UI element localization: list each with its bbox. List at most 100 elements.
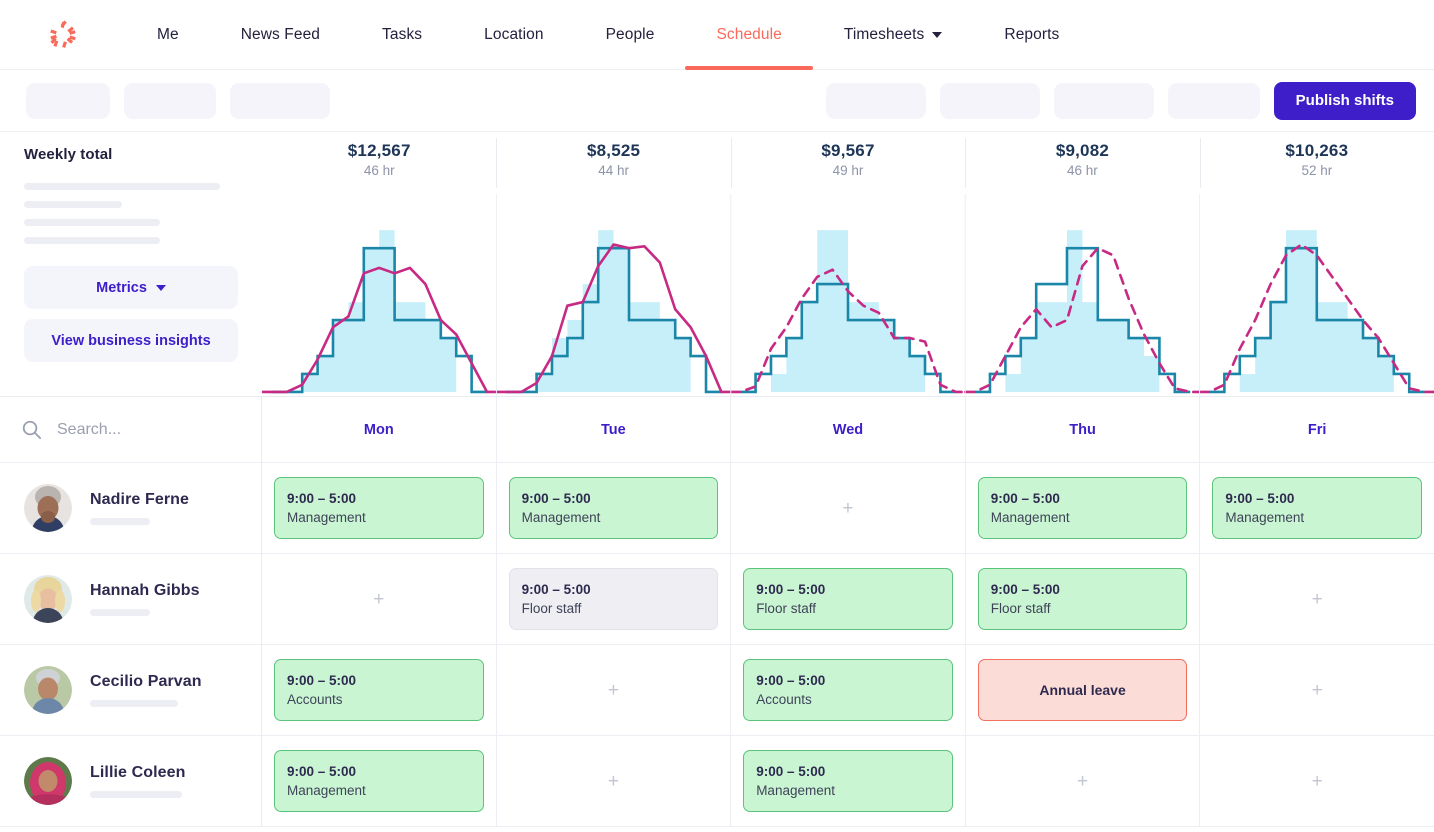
metrics-chart-band: Weekly total Metrics View business insig… bbox=[0, 132, 1434, 397]
schedule-cell[interactable]: 9:00 – 5:00 Accounts bbox=[731, 645, 965, 736]
add-shift-icon[interactable]: + bbox=[1312, 681, 1323, 700]
view-business-insights-button[interactable]: View business insights bbox=[24, 319, 238, 362]
total-amount: $12,567 bbox=[347, 141, 411, 160]
search-input[interactable] bbox=[57, 420, 237, 439]
nav-item-news-feed[interactable]: News Feed bbox=[241, 0, 320, 70]
total-amount: $9,567 bbox=[821, 141, 875, 160]
nav-item-reports[interactable]: Reports bbox=[1004, 0, 1059, 70]
schedule-cell[interactable]: + bbox=[965, 736, 1200, 827]
shift-card-published[interactable]: 9:00 – 5:00 Management bbox=[274, 477, 484, 539]
schedule-cell[interactable]: 9:00 – 5:00 Management bbox=[262, 463, 496, 554]
add-shift-icon[interactable]: + bbox=[608, 681, 619, 700]
day-header-thu[interactable]: Thu bbox=[965, 397, 1200, 463]
schedule-cell[interactable]: + bbox=[1200, 736, 1434, 827]
schedule-cell[interactable]: 9:00 – 5:00 Floor staff bbox=[731, 554, 965, 645]
shift-card-published[interactable]: 9:00 – 5:00 Management bbox=[1212, 477, 1422, 539]
employee-subtitle-placeholder bbox=[90, 791, 182, 798]
avatar-lillie-coleen bbox=[24, 757, 72, 805]
schedule-cell[interactable]: 9:00 – 5:00 Floor staff bbox=[965, 554, 1200, 645]
nav-item-location[interactable]: Location bbox=[484, 0, 543, 70]
shift-card-published[interactable]: 9:00 – 5:00 Floor staff bbox=[977, 568, 1188, 630]
avatar bbox=[24, 757, 72, 805]
total-amount: $9,082 bbox=[1055, 141, 1110, 160]
shift-card-published[interactable]: 9:00 – 5:00 Floor staff bbox=[743, 568, 953, 630]
schedule-cell[interactable]: + bbox=[262, 554, 496, 645]
nav-item-tasks[interactable]: Tasks bbox=[382, 0, 422, 70]
weekly-total-wed: $9,567 49 hr bbox=[730, 132, 965, 194]
employee-row[interactable]: Nadire Ferne bbox=[0, 463, 261, 554]
shift-card-draft[interactable]: 9:00 – 5:00 Floor staff bbox=[508, 568, 719, 630]
shift-card-published[interactable]: 9:00 – 5:00 Accounts bbox=[743, 659, 953, 721]
day-header-fri[interactable]: Fri bbox=[1200, 397, 1434, 463]
toolbar-placeholder-control[interactable] bbox=[124, 82, 216, 119]
nav-item-schedule[interactable]: Schedule bbox=[685, 0, 814, 70]
shift-card-published[interactable]: 9:00 – 5:00 Management bbox=[977, 477, 1188, 539]
schedule-cell[interactable]: + bbox=[496, 736, 731, 827]
nav-item-people[interactable]: People bbox=[606, 0, 655, 70]
add-shift-icon[interactable]: + bbox=[1312, 772, 1323, 791]
schedule-cell[interactable]: + bbox=[731, 463, 965, 554]
schedule-cell[interactable]: 9:00 – 5:00 Floor staff bbox=[496, 554, 731, 645]
shift-role: Management bbox=[990, 510, 1070, 525]
employee-row[interactable]: Hannah Gibbs bbox=[0, 554, 261, 645]
employee-meta: Hannah Gibbs bbox=[90, 582, 200, 616]
add-shift-icon[interactable]: + bbox=[1312, 590, 1323, 609]
schedule-cell[interactable]: 9:00 – 5:00 Management bbox=[965, 463, 1200, 554]
schedule-cell[interactable]: 9:00 – 5:00 Accounts bbox=[262, 645, 496, 736]
demand-area-mon bbox=[271, 230, 488, 392]
shift-card-published[interactable]: 9:00 – 5:00 Accounts bbox=[274, 659, 484, 721]
nav-item-timesheets[interactable]: Timesheets bbox=[844, 0, 943, 70]
day-header-wed[interactable]: Wed bbox=[731, 397, 965, 463]
schedule-app: Me News Feed Tasks Location People Sched… bbox=[0, 0, 1434, 832]
employee-row[interactable]: Cecilio Parvan bbox=[0, 645, 261, 736]
schedule-cell[interactable]: 9:00 – 5:00 Management bbox=[496, 463, 731, 554]
demand-area-tue bbox=[505, 230, 722, 392]
metrics-dropdown-button[interactable]: Metrics bbox=[24, 266, 238, 309]
day-column-thu: Thu 9:00 – 5:00 Management 9:00 – 5:00 Floor… bbox=[965, 397, 1201, 827]
shift-card-published[interactable]: 9:00 – 5:00 Management bbox=[274, 750, 484, 812]
metrics-placeholder-line bbox=[24, 237, 160, 244]
search-icon[interactable] bbox=[20, 418, 43, 441]
toolbar-placeholder-control[interactable] bbox=[26, 82, 110, 119]
shift-time: 9:00 – 5:00 bbox=[990, 491, 1060, 506]
day-header-tue[interactable]: Tue bbox=[496, 397, 731, 463]
app-logo[interactable] bbox=[0, 18, 126, 52]
metrics-dropdown-label: Metrics bbox=[96, 279, 147, 296]
employee-row[interactable]: Lillie Coleen bbox=[0, 736, 261, 827]
shift-card-published[interactable]: 9:00 – 5:00 Management bbox=[508, 477, 719, 539]
schedule-cell[interactable]: + bbox=[496, 645, 731, 736]
toolbar-placeholder-control[interactable] bbox=[825, 82, 926, 119]
avatar bbox=[24, 484, 72, 532]
schedule-cell[interactable]: 9:00 – 5:00 Management bbox=[1200, 463, 1434, 554]
nav-item-me[interactable]: Me bbox=[157, 0, 179, 70]
toolbar-placeholder-control[interactable] bbox=[1167, 82, 1260, 119]
schedule-cell[interactable]: Annual leave bbox=[965, 645, 1200, 736]
schedule-grid: Nadire Ferne bbox=[0, 397, 1434, 827]
nav-item-label: Me bbox=[157, 25, 179, 43]
metrics-placeholder-line bbox=[24, 201, 122, 208]
toolbar-placeholder-control[interactable] bbox=[939, 82, 1040, 119]
schedule-cell[interactable]: + bbox=[1200, 554, 1434, 645]
add-shift-icon[interactable]: + bbox=[373, 590, 384, 609]
view-business-insights-label: View business insights bbox=[51, 332, 211, 349]
toolbar-placeholder-control[interactable] bbox=[1053, 82, 1154, 119]
weekly-total-fri: $10,263 52 hr bbox=[1199, 132, 1434, 194]
shift-time: 9:00 – 5:00 bbox=[287, 491, 357, 506]
schedule-cell[interactable]: + bbox=[1200, 645, 1434, 736]
nav-item-label: Reports bbox=[1004, 25, 1060, 43]
schedule-cell[interactable]: 9:00 – 5:00 Management bbox=[262, 736, 496, 827]
shift-card-published[interactable]: 9:00 – 5:00 Management bbox=[743, 750, 953, 812]
schedule-cell[interactable]: 9:00 – 5:00 Management bbox=[731, 736, 965, 827]
leave-card[interactable]: Annual leave bbox=[977, 659, 1188, 721]
add-shift-icon[interactable]: + bbox=[608, 772, 619, 791]
day-column-wed: Wed +9:00 – 5:00 Floor staff 9:00 – 5:00 Acc… bbox=[731, 397, 966, 827]
add-shift-icon[interactable]: + bbox=[1077, 772, 1088, 791]
employee-name: Lillie Coleen bbox=[90, 764, 186, 781]
shift-time: 9:00 – 5:00 bbox=[1225, 491, 1295, 506]
shift-time: 9:00 – 5:00 bbox=[756, 673, 826, 688]
shift-role: Management bbox=[287, 510, 366, 525]
publish-shifts-button[interactable]: Publish shifts bbox=[1273, 81, 1416, 120]
add-shift-icon[interactable]: + bbox=[842, 499, 853, 518]
toolbar-placeholder-control[interactable] bbox=[230, 82, 330, 119]
day-header-mon[interactable]: Mon bbox=[262, 397, 496, 463]
